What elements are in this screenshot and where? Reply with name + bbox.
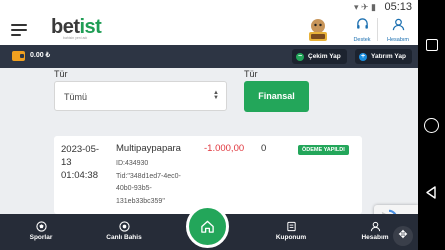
user-icon (392, 18, 404, 31)
user-icon (370, 221, 380, 232)
logo-part-ist: ist (79, 16, 102, 38)
transaction-bonus: 0 (261, 143, 267, 154)
quick-menu-fab[interactable]: ✥ (393, 226, 413, 246)
wallet-bar: 0.00 ₺ − Çekim Yap + Yatırım Yap (0, 45, 418, 68)
logo-tagline: bahisin yeni adı (63, 36, 88, 40)
select-arrows-icon: ▲ ▼ (213, 90, 219, 101)
home-icon (201, 220, 214, 233)
live-ball-icon (118, 221, 130, 232)
wallet-balance: 0.00 ₺ (30, 52, 51, 59)
type-label: Tür (54, 69, 68, 79)
nav-account-label: Hesabım (361, 234, 389, 241)
deposit-button[interactable]: + Yatırım Yap (355, 49, 412, 64)
nav-sports-label: Sporlar (29, 234, 53, 241)
nav-live-betting[interactable]: Canlı Bahis (99, 221, 149, 241)
withdraw-label: Çekim Yap (308, 53, 341, 60)
soccer-ball-icon (35, 221, 47, 232)
nav-coupon[interactable]: Kuponum (266, 221, 316, 241)
minus-circle-icon: − (296, 52, 304, 61)
menu-icon[interactable] (11, 24, 27, 36)
account-label: Hesabım (386, 37, 409, 43)
transactions-content: Tür Tür Tümü ▲ ▼ Finansal 2023-05- 13 01:… (0, 68, 418, 214)
status-bar: ▾ ✈ ▮ 05:13 (0, 0, 418, 14)
app-header: betist bahisin yeni adı Destek Hesabım (0, 14, 418, 45)
back-triangle-icon[interactable] (424, 185, 439, 200)
nav-sports[interactable]: Sporlar (16, 221, 66, 241)
transaction-method: Multipaypapara (116, 143, 181, 154)
coupon-icon (286, 221, 296, 232)
transaction-date: 2023-05- 13 01:04:38 (61, 143, 111, 182)
android-navigation-bar (418, 0, 445, 250)
transaction-row: 2023-05- 13 01:04:38 Multipaypapara ID:4… (54, 136, 362, 214)
signal-wifi-battery-icons: ▾ ✈ ▮ (353, 2, 376, 12)
status-clock: 05:13 (384, 1, 412, 13)
headset-icon (356, 18, 368, 29)
deposit-label: Yatırım Yap (371, 53, 406, 60)
plus-circle-icon: + (359, 52, 367, 61)
withdraw-button[interactable]: − Çekim Yap (292, 49, 347, 64)
support-label: Destek (353, 37, 371, 43)
app-screen: ▾ ✈ ▮ 05:13 betist bahisin yeni adı Dest… (0, 0, 418, 250)
transaction-tid-1: Tid:"348d1ed7-4ec0- (116, 172, 181, 180)
account-button[interactable]: Hesabım (381, 18, 415, 43)
transaction-tid-2: 40b0-93b5- (116, 185, 152, 192)
nav-coupon-label: Kuponum (275, 234, 307, 241)
support-button[interactable]: Destek (345, 18, 379, 43)
transaction-details: ID:434930 Tid:"348d1ed7-4ec0- 40b0-93b5-… (116, 158, 198, 208)
transaction-date-day: 13 (61, 157, 72, 168)
nav-live-label: Canlı Bahis (106, 234, 142, 241)
home-circle-icon[interactable] (424, 118, 439, 133)
logo-part-bet: bet (51, 16, 80, 38)
transaction-id: ID:434930 (116, 160, 149, 167)
home-button[interactable] (186, 205, 229, 248)
recent-apps-icon[interactable] (426, 39, 438, 51)
header-divider (377, 18, 378, 41)
status-badge: ÖDEME YAPILDI (298, 145, 349, 155)
financial-filter-button[interactable]: Finansal (244, 81, 309, 112)
type-label-secondary: Tür (244, 69, 258, 79)
transaction-date-ym: 2023-05- (61, 144, 100, 155)
transaction-time: 01:04:38 (61, 170, 98, 181)
transaction-amount: -1.000,00 (204, 143, 245, 154)
mascot-badge-icon[interactable] (306, 17, 330, 43)
transaction-tid-3: 131eb33bc359" (116, 197, 165, 205)
wallet-icon[interactable] (12, 51, 25, 61)
type-select[interactable]: Tümü ▲ ▼ (54, 81, 227, 111)
type-select-value: Tümü (64, 92, 88, 102)
expand-arrows-icon: ✥ (398, 229, 408, 241)
